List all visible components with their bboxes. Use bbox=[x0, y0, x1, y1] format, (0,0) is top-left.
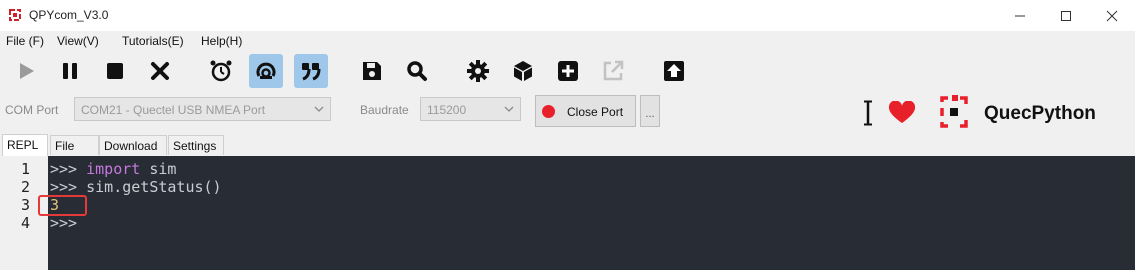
menu-file[interactable]: File (F) bbox=[6, 34, 44, 48]
baudrate-label: Baudrate bbox=[360, 103, 409, 117]
more-options-button[interactable]: ... bbox=[640, 95, 660, 127]
pause-icon bbox=[63, 63, 77, 79]
toolbar bbox=[0, 51, 1135, 93]
window-title: QPYcom_V3.0 bbox=[29, 8, 109, 22]
highlight-box bbox=[38, 195, 87, 216]
code-text: sim bbox=[140, 160, 177, 178]
cube-icon bbox=[514, 61, 532, 81]
stop-icon bbox=[107, 63, 123, 79]
minimize-button[interactable] bbox=[997, 0, 1043, 31]
app-logo-icon bbox=[9, 9, 21, 21]
com-port-value: COM21 - Quectel USB NMEA Port bbox=[81, 103, 266, 117]
line-number: 1 bbox=[20, 160, 30, 178]
reset-button[interactable] bbox=[249, 54, 283, 88]
tab-settings[interactable]: Settings bbox=[168, 135, 224, 155]
alarm-clock-icon bbox=[210, 60, 232, 82]
search-button[interactable] bbox=[400, 54, 434, 88]
line-number: 2 bbox=[20, 178, 30, 196]
save-icon bbox=[363, 62, 381, 80]
menu-help[interactable]: Help(H) bbox=[201, 34, 242, 48]
text-cursor-icon bbox=[864, 100, 872, 126]
settings-button[interactable] bbox=[461, 54, 495, 88]
maximize-button[interactable] bbox=[1043, 0, 1089, 31]
external-link-icon bbox=[603, 60, 624, 81]
reset-icon bbox=[256, 62, 276, 79]
line-number: 4 bbox=[20, 214, 30, 232]
brand-name: QuecPython bbox=[984, 103, 1096, 124]
heart-icon bbox=[888, 101, 916, 123]
menu-tutorials[interactable]: Tutorials(E) bbox=[122, 34, 184, 48]
maximize-icon bbox=[1061, 10, 1071, 21]
repl-console[interactable]: 1 2 3 4 >>> import sim >>> sim.getStatus… bbox=[0, 156, 1135, 270]
chevron-down-icon bbox=[504, 106, 514, 112]
close-port-button[interactable]: Close Port bbox=[535, 95, 636, 127]
tab-repl[interactable]: REPL bbox=[2, 134, 48, 156]
add-button[interactable] bbox=[551, 54, 585, 88]
quote-icon bbox=[302, 63, 321, 81]
gear-icon bbox=[467, 60, 489, 82]
repl-line: >>> sim.getStatus() bbox=[50, 178, 222, 196]
minimize-icon bbox=[1015, 15, 1025, 16]
upload-button[interactable] bbox=[657, 54, 691, 88]
baudrate-select[interactable]: 115200 bbox=[420, 97, 521, 121]
upload-icon bbox=[664, 61, 684, 81]
plus-icon bbox=[558, 61, 578, 81]
tab-bar: REPL File Download Settings bbox=[0, 134, 1135, 156]
save-button[interactable] bbox=[355, 54, 389, 88]
tab-download[interactable]: Download bbox=[99, 135, 167, 155]
close-port-label: Close Port bbox=[567, 105, 624, 119]
quecpython-logo-icon bbox=[940, 95, 968, 128]
title-bar: QPYcom_V3.0 bbox=[0, 0, 1135, 31]
package-button[interactable] bbox=[506, 54, 540, 88]
close-window-button[interactable] bbox=[1089, 0, 1135, 31]
open-external-button[interactable] bbox=[596, 54, 630, 88]
close-icon bbox=[1106, 10, 1118, 21]
close-x-icon bbox=[151, 62, 169, 80]
tab-file[interactable]: File bbox=[50, 135, 99, 155]
search-icon bbox=[407, 61, 427, 81]
line-number: 3 bbox=[20, 196, 30, 214]
menu-bar: File (F) View(V) Tutorials(E) Help(H) bbox=[0, 31, 1135, 51]
clear-button[interactable] bbox=[143, 54, 177, 88]
menu-view[interactable]: View(V) bbox=[57, 34, 99, 48]
baudrate-value: 115200 bbox=[427, 103, 467, 117]
port-status-indicator bbox=[542, 105, 555, 118]
com-port-label: COM Port bbox=[5, 103, 59, 117]
quote-button[interactable] bbox=[294, 54, 328, 88]
com-port-select[interactable]: COM21 - Quectel USB NMEA Port bbox=[74, 97, 331, 121]
timer-button[interactable] bbox=[204, 54, 238, 88]
run-button[interactable] bbox=[9, 54, 43, 88]
chevron-down-icon bbox=[314, 106, 324, 112]
repl-line: >>> import sim bbox=[50, 160, 176, 178]
repl-prompt: >>> bbox=[50, 160, 87, 178]
stop-button[interactable] bbox=[98, 54, 132, 88]
play-icon bbox=[20, 63, 34, 79]
keyword: import bbox=[86, 160, 141, 178]
repl-line: >>> bbox=[50, 214, 78, 232]
pause-button[interactable] bbox=[53, 54, 87, 88]
brand-area: QuecPython bbox=[858, 93, 1128, 131]
